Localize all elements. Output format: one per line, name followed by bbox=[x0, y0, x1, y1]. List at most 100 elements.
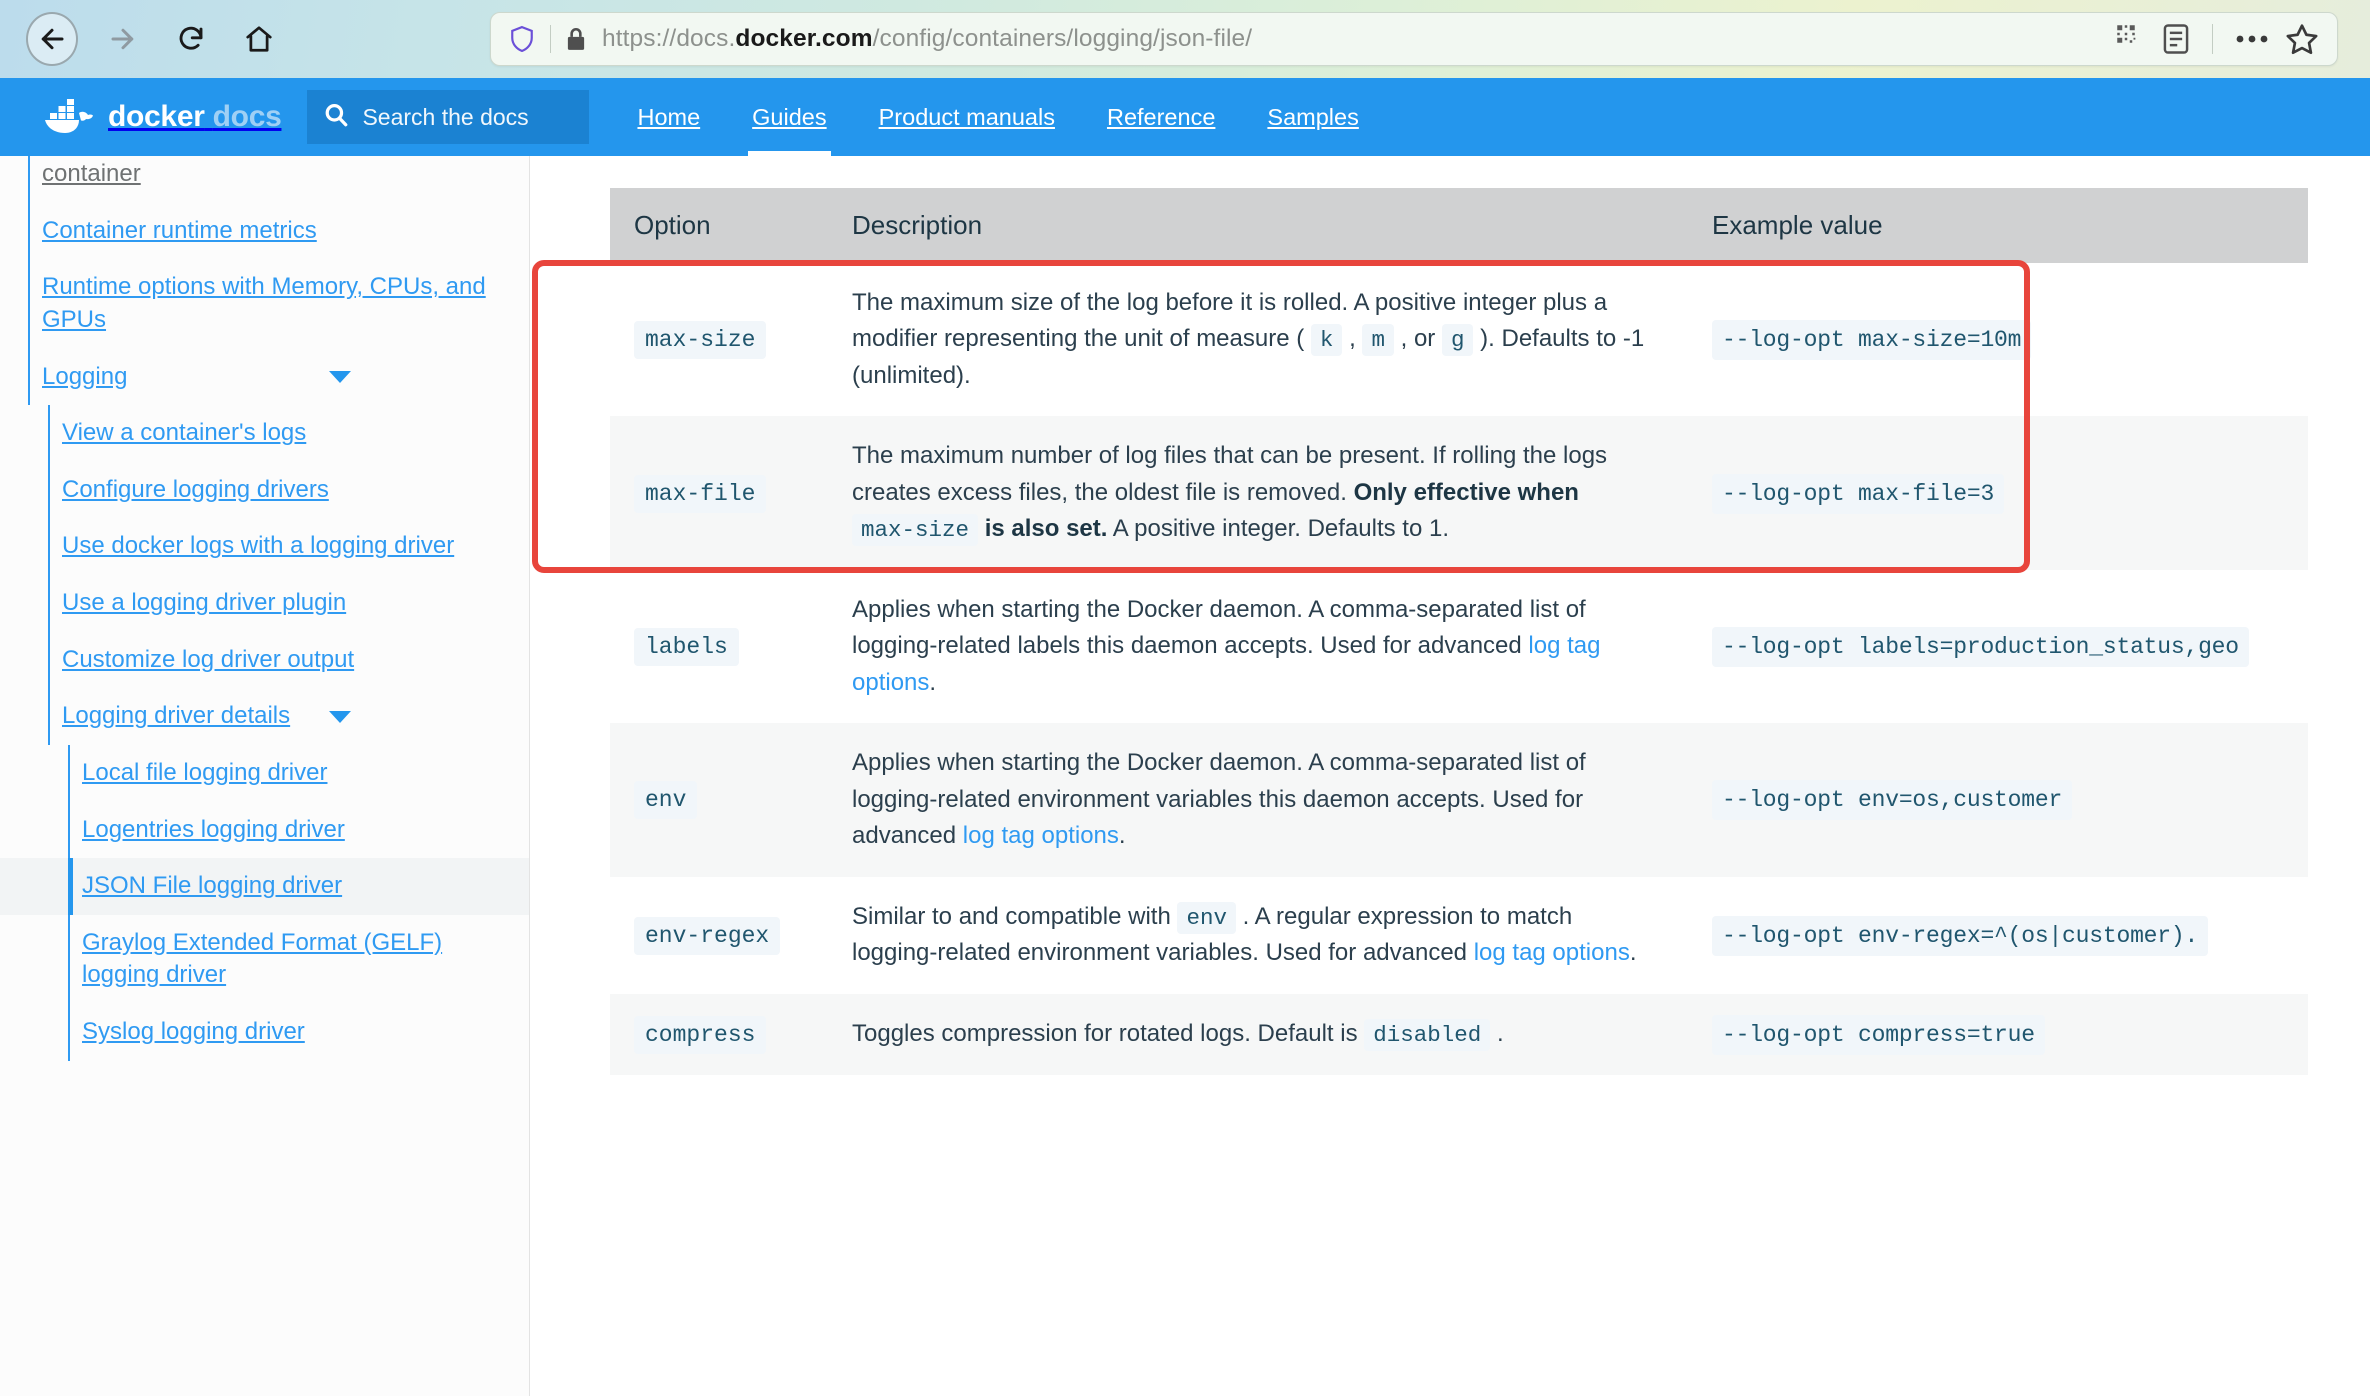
back-button[interactable] bbox=[26, 12, 78, 66]
sidebar-item-11[interactable]: Logentries logging driver bbox=[0, 801, 529, 859]
cell-description: Applies when starting the Docker daemon.… bbox=[828, 569, 1688, 724]
search-icon bbox=[323, 102, 349, 133]
docker-docs-logo[interactable]: docker docs bbox=[42, 94, 282, 141]
example-code: --log-opt env=os,customer bbox=[1712, 780, 2073, 821]
sidebar-nav: container Container runtime metrics Runtim… bbox=[0, 156, 529, 1061]
sidebar-item-14[interactable]: Syslog logging driver bbox=[0, 1004, 529, 1061]
sidebar-item-1[interactable]: Container runtime metrics bbox=[0, 202, 529, 260]
sidebar-item-6[interactable]: Use docker logs with a logging driver bbox=[0, 518, 529, 575]
chevron-down-icon[interactable] bbox=[329, 370, 351, 383]
site-header: docker docs Search the docs Home Guides … bbox=[0, 78, 2370, 156]
sidebar-item-label[interactable]: Logging bbox=[0, 349, 529, 406]
sidebar-item-label[interactable]: Syslog logging driver bbox=[0, 1004, 529, 1061]
table-head: Option Description Example value bbox=[610, 188, 2308, 263]
options-table-container: Option Description Example value max-siz… bbox=[610, 188, 2308, 1396]
table-row: max-file The maximum number of log files … bbox=[610, 416, 2308, 570]
url-text: https://docs.docker.com/config/container… bbox=[602, 25, 1252, 53]
sidebar-item-0[interactable]: container bbox=[0, 156, 529, 203]
example-code: --log-opt labels=production_status,geo bbox=[1712, 627, 2249, 668]
browser-toolbar: https://docs.docker.com/config/container… bbox=[0, 0, 2370, 78]
cell-option: labels bbox=[610, 569, 828, 724]
table-row: max-size The maximum size of the log befo… bbox=[610, 263, 2308, 417]
column-header-example-value: Example value bbox=[1688, 188, 2308, 263]
nav-item-reference[interactable]: Reference bbox=[1081, 78, 1241, 156]
chevron-down-icon[interactable] bbox=[329, 710, 351, 723]
sidebar-item-2[interactable]: Runtime options with Memory, CPUs, and G… bbox=[0, 259, 529, 349]
search-box[interactable]: Search the docs bbox=[307, 90, 590, 144]
forward-button[interactable] bbox=[100, 16, 146, 62]
sidebar-item-3[interactable]: Logging bbox=[0, 348, 529, 406]
log-tag-options-link[interactable]: log tag options bbox=[963, 822, 1119, 849]
arrow-right-icon bbox=[111, 28, 134, 50]
search-input[interactable]: Search the docs bbox=[362, 104, 528, 131]
option-code: env-regex bbox=[634, 916, 781, 955]
lock-icon[interactable] bbox=[564, 26, 588, 52]
example-code: --log-opt env-regex=^(os|customer). bbox=[1712, 915, 2209, 956]
sidebar-item-label[interactable]: Customize log driver output bbox=[0, 632, 529, 689]
nav-item-samples[interactable]: Samples bbox=[1241, 78, 1384, 156]
sidebar-item-5[interactable]: Configure logging drivers bbox=[0, 461, 529, 519]
sidebar-item-label[interactable]: container bbox=[0, 156, 529, 203]
cell-example-value: --log-opt labels=production_status,geo bbox=[1688, 569, 2308, 724]
cell-option: env-regex bbox=[610, 876, 828, 994]
table-row: labels Applies when starting the Docker d… bbox=[610, 569, 2308, 724]
sidebar-item-8[interactable]: Customize log driver output bbox=[0, 631, 529, 689]
cell-description: The maximum number of log files that can… bbox=[828, 416, 1688, 570]
sidebar-item-label[interactable]: Use a logging driver plugin bbox=[0, 575, 529, 632]
column-header-option: Option bbox=[610, 188, 828, 263]
cell-example-value: --log-opt max-file=3 bbox=[1688, 416, 2308, 570]
sidebar-item-label[interactable]: Runtime options with Memory, CPUs, and G… bbox=[0, 259, 529, 348]
reader-mode-icon[interactable] bbox=[2162, 23, 2190, 55]
sidebar-item-10[interactable]: Local file logging driver bbox=[0, 744, 529, 802]
sidebar-item-9[interactable]: Logging driver details bbox=[0, 688, 529, 745]
sidebar-item-label[interactable]: Graylog Extended Format (GELF) logging d… bbox=[0, 915, 529, 1004]
ellipsis-icon[interactable] bbox=[2235, 32, 2269, 46]
sidebar-item-label[interactable]: Local file logging driver bbox=[0, 745, 529, 802]
option-code: max-size bbox=[634, 321, 767, 360]
log-tag-options-link[interactable]: log tag options bbox=[1474, 939, 1630, 966]
option-code: compress bbox=[634, 1015, 767, 1054]
main-nav: Home Guides Product manuals Reference Sa… bbox=[611, 78, 1384, 156]
sidebar-item-label[interactable]: View a container's logs bbox=[0, 405, 529, 462]
sidebar-item-7[interactable]: Use a logging driver plugin bbox=[0, 575, 529, 632]
sidebar-item-label[interactable]: Container runtime metrics bbox=[0, 203, 529, 260]
sidebar-item-label[interactable]: Configure logging drivers bbox=[0, 462, 529, 519]
cell-description: Applies when starting the Docker daemon.… bbox=[828, 723, 1688, 877]
cell-option: max-file bbox=[610, 416, 828, 570]
cell-description: The maximum size of the log before it is… bbox=[828, 263, 1688, 417]
log-tag-options-link[interactable]: log tag options bbox=[852, 632, 1600, 695]
options-table: Option Description Example value max-siz… bbox=[610, 188, 2308, 1075]
cell-description: Toggles compression for rotated logs. De… bbox=[828, 993, 1688, 1075]
reload-icon bbox=[179, 26, 203, 50]
column-header-description: Description bbox=[828, 188, 1688, 263]
home-button[interactable] bbox=[236, 16, 282, 62]
cell-option: compress bbox=[610, 993, 828, 1075]
page-body: container Container runtime metrics Runtim… bbox=[0, 156, 2370, 1396]
arrow-left-icon bbox=[41, 28, 64, 50]
sidebar-item-12[interactable]: JSON File logging driver bbox=[0, 858, 529, 915]
sidebar-item-label[interactable]: Use docker logs with a logging driver bbox=[0, 518, 529, 575]
sidebar-item-label[interactable]: Logentries logging driver bbox=[0, 802, 529, 859]
option-code: env bbox=[634, 781, 698, 820]
sidebar-item-4[interactable]: View a container's logs bbox=[0, 405, 529, 462]
address-divider bbox=[550, 25, 551, 53]
sidebar-item-label[interactable]: Logging driver details bbox=[0, 688, 529, 745]
star-icon[interactable] bbox=[2285, 22, 2319, 56]
main-content: Option Description Example value max-siz… bbox=[530, 156, 2370, 1396]
table-row: compress Toggles compression for rotated … bbox=[610, 993, 2308, 1075]
qr-code-icon[interactable] bbox=[2116, 24, 2146, 54]
option-code: labels bbox=[634, 628, 739, 667]
nav-item-product-manuals[interactable]: Product manuals bbox=[853, 78, 1081, 156]
nav-item-home[interactable]: Home bbox=[611, 78, 726, 156]
sidebar-item-13[interactable]: Graylog Extended Format (GELF) logging d… bbox=[0, 914, 529, 1004]
shield-icon[interactable] bbox=[507, 24, 537, 54]
table-row: env Applies when starting the Docker daem… bbox=[610, 723, 2308, 877]
sidebar-item-label[interactable]: JSON File logging driver bbox=[0, 858, 529, 915]
address-bar-actions bbox=[2116, 22, 2321, 56]
brand-text: docker docs bbox=[108, 100, 282, 134]
reload-button[interactable] bbox=[168, 16, 214, 62]
nav-item-guides[interactable]: Guides bbox=[726, 78, 852, 156]
address-bar[interactable]: https://docs.docker.com/config/container… bbox=[490, 12, 2338, 66]
home-icon bbox=[246, 26, 272, 52]
example-code: --log-opt compress=true bbox=[1712, 1014, 2045, 1055]
